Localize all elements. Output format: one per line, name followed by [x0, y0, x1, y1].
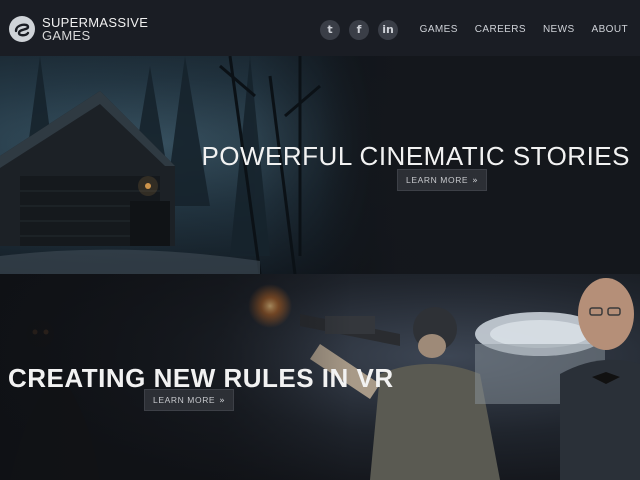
nav-news[interactable]: NEWS: [543, 24, 575, 35]
linkedin-icon[interactable]: in: [378, 20, 398, 40]
nav-careers[interactable]: CAREERS: [475, 24, 526, 35]
chevron-right-icon: »: [219, 396, 226, 406]
chevron-right-icon: »: [472, 176, 479, 186]
site-header: SUPERMASSIVE GAMES t f in GAMES CAREERS …: [0, 0, 640, 56]
logo-swirl-icon: [9, 16, 35, 42]
facebook-icon[interactable]: f: [349, 20, 369, 40]
twitter-icon[interactable]: t: [320, 20, 340, 40]
learn-more-button-2[interactable]: LEARN MORE»: [144, 389, 235, 411]
logo-line-2: GAMES: [42, 28, 91, 43]
main-nav: GAMES CAREERS NEWS ABOUT: [420, 24, 628, 35]
hero-cinematic-stories: POWERFUL CINEMATIC STORIES LEARN MORE»: [0, 56, 640, 274]
nav-games[interactable]: GAMES: [420, 24, 458, 35]
supermassive-logo[interactable]: SUPERMASSIVE GAMES: [8, 14, 148, 44]
learn-more-label-1: LEARN MORE: [406, 175, 469, 185]
nav-about[interactable]: ABOUT: [592, 24, 628, 35]
learn-more-button-1[interactable]: LEARN MORE»: [397, 169, 488, 191]
learn-more-label-2: LEARN MORE: [153, 395, 216, 405]
hero-vr: CREATING NEW RULES IN VR LEARN MORE»: [0, 274, 640, 480]
social-links: t f in: [320, 20, 398, 40]
hero1-title: POWERFUL CINEMATIC STORIES: [201, 141, 630, 172]
logo-wordmark: SUPERMASSIVE GAMES: [42, 16, 148, 42]
